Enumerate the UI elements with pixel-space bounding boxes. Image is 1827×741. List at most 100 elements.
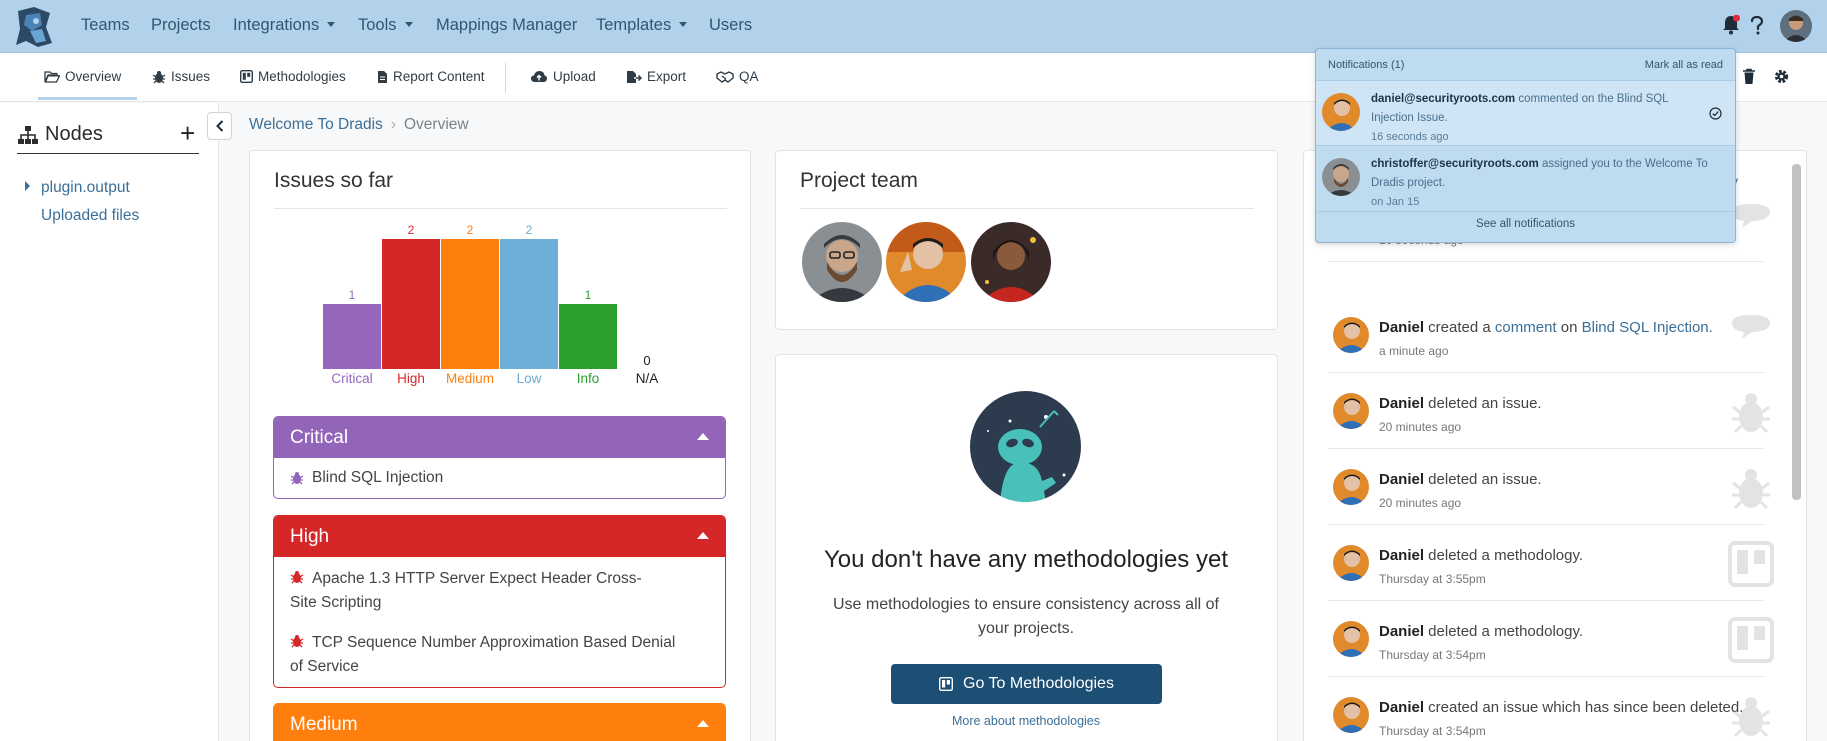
nodes-sidebar: Nodes + plugin.output Uploaded files bbox=[0, 103, 219, 741]
activity-avatar[interactable] bbox=[1333, 697, 1369, 733]
activity-link[interactable]: Blind SQL Injection. bbox=[1582, 319, 1713, 336]
bell-icon[interactable] bbox=[1722, 15, 1740, 35]
notifications-header: Notifications (1) Mark all as read bbox=[1316, 49, 1735, 80]
severity-high-header[interactable]: High bbox=[274, 516, 725, 557]
activity-link[interactable]: comment bbox=[1495, 319, 1557, 336]
nav-mappings-manager[interactable]: Mappings Manager bbox=[436, 16, 577, 35]
activity-actor: Daniel bbox=[1379, 547, 1425, 564]
notification-item[interactable]: daniel@securityroots.com commented on th… bbox=[1316, 80, 1735, 146]
breadcrumb-project[interactable]: Welcome To Dradis bbox=[249, 116, 383, 134]
nav-tools[interactable]: Tools bbox=[358, 16, 413, 35]
alien-illustration-icon bbox=[970, 391, 1081, 502]
tab-methodologies[interactable]: Methodologies bbox=[240, 69, 346, 84]
trash-icon[interactable] bbox=[1742, 68, 1756, 85]
tab-qa[interactable]: QA bbox=[716, 69, 759, 84]
node-plugin-output[interactable]: plugin.output bbox=[41, 179, 130, 197]
nav-projects[interactable]: Projects bbox=[151, 16, 211, 35]
chevron-down-icon bbox=[404, 22, 413, 27]
bar-value-label: 2 bbox=[466, 223, 474, 237]
document-icon bbox=[378, 70, 387, 83]
activity-time: 20 minutes ago bbox=[1379, 420, 1462, 434]
bar-low bbox=[500, 239, 558, 369]
bar-value-label: 2 bbox=[525, 223, 533, 237]
bar-info bbox=[559, 304, 617, 369]
activity-avatar[interactable] bbox=[1333, 621, 1369, 657]
comment-icon bbox=[1732, 315, 1770, 339]
tab-export[interactable]: Export bbox=[626, 69, 686, 84]
collapse-up-icon bbox=[697, 433, 709, 440]
see-all-notifications-link[interactable]: See all notifications bbox=[1316, 218, 1735, 230]
notification-user: christoffer@securityroots.com bbox=[1371, 158, 1539, 170]
activity-text: Daniel deleted an issue. bbox=[1379, 395, 1542, 412]
notifications-dropdown: Notifications (1) Mark all as read danie… bbox=[1315, 48, 1736, 243]
severity-medium-header[interactable]: Medium bbox=[274, 704, 725, 741]
nodes-header: Nodes bbox=[17, 123, 199, 154]
bar-medium bbox=[441, 239, 499, 369]
tab-issues[interactable]: Issues bbox=[152, 69, 210, 84]
team-member-avatar[interactable] bbox=[971, 222, 1051, 302]
nav-integrations-label: Integrations bbox=[233, 16, 320, 34]
team-member-avatar[interactable] bbox=[886, 222, 966, 302]
caret-right-icon[interactable] bbox=[24, 181, 31, 191]
issue-item[interactable]: TCP Sequence Number Approximation Based … bbox=[274, 623, 725, 687]
mark-read-check-icon[interactable] bbox=[1709, 107, 1722, 120]
activity-row: Daniel deleted a methodology. Thursday at… bbox=[1328, 525, 1774, 601]
activity-text: Daniel created an issue which has since … bbox=[1379, 699, 1743, 716]
activity-time: a minute ago bbox=[1379, 344, 1449, 358]
tab-overview[interactable]: Overview bbox=[44, 69, 121, 84]
nav-templates[interactable]: Templates bbox=[596, 16, 688, 35]
more-about-methodologies-link[interactable]: More about methodologies bbox=[900, 714, 1152, 728]
notification-avatar bbox=[1322, 93, 1360, 131]
activity-row: Daniel deleted a methodology. Thursday at… bbox=[1328, 601, 1774, 677]
nav-tools-label: Tools bbox=[358, 16, 397, 34]
methodologies-empty-text: Use methodologies to ensure consistency … bbox=[833, 596, 1219, 637]
bug-icon bbox=[290, 571, 304, 584]
tab-issues-label: Issues bbox=[171, 69, 211, 84]
tab-upload[interactable]: Upload bbox=[530, 69, 596, 84]
activity-avatar[interactable] bbox=[1333, 469, 1369, 505]
activity-row: Daniel created an issue which has since … bbox=[1328, 677, 1770, 741]
help-icon[interactable] bbox=[1750, 16, 1764, 36]
activity-text: Daniel deleted a methodology. bbox=[1379, 547, 1583, 564]
issue-title: Apache 1.3 HTTP Server Expect Header Cro… bbox=[290, 565, 645, 615]
team-member-avatar[interactable] bbox=[802, 222, 882, 302]
mark-all-read-link[interactable]: Mark all as read bbox=[1645, 59, 1723, 71]
bug-icon bbox=[152, 70, 166, 83]
tab-upload-label: Upload bbox=[553, 69, 596, 84]
notification-user: daniel@securityroots.com bbox=[1371, 93, 1516, 105]
breadcrumb-separator-icon: › bbox=[390, 116, 396, 133]
user-avatar[interactable] bbox=[1780, 10, 1812, 42]
activity-avatar[interactable] bbox=[1333, 545, 1369, 581]
activity-row: Daniel deleted an issue. 20 minutes ago bbox=[1328, 449, 1770, 525]
nav-integrations[interactable]: Integrations bbox=[233, 16, 336, 35]
severity-critical-header[interactable]: Critical bbox=[274, 417, 725, 458]
node-uploaded-files[interactable]: Uploaded files bbox=[41, 207, 139, 225]
nav-users[interactable]: Users bbox=[709, 16, 752, 35]
nav-teams[interactable]: Teams bbox=[81, 16, 130, 35]
collapse-sidebar-button[interactable] bbox=[207, 112, 232, 140]
tab-overview-label: Overview bbox=[65, 69, 122, 84]
issue-item[interactable]: Blind SQL Injection bbox=[274, 458, 725, 498]
go-to-methodologies-button[interactable]: Go To Methodologies bbox=[891, 664, 1162, 704]
issues-card-title: Issues so far bbox=[274, 169, 394, 192]
gear-icon[interactable] bbox=[1773, 68, 1790, 85]
go-to-methodologies-label: Go To Methodologies bbox=[963, 675, 1114, 692]
dradis-logo[interactable] bbox=[12, 5, 54, 49]
activity-actor: Daniel bbox=[1379, 471, 1425, 488]
issue-item[interactable]: Apache 1.3 HTTP Server Expect Header Cro… bbox=[274, 557, 725, 623]
activity-row: Daniel created a comment on Blind SQL In… bbox=[1328, 297, 1770, 373]
add-node-button[interactable]: + bbox=[180, 118, 195, 149]
project-team-divider bbox=[800, 208, 1254, 209]
tab-export-label: Export bbox=[647, 69, 687, 84]
nav-templates-label: Templates bbox=[596, 16, 672, 34]
activity-avatar[interactable] bbox=[1333, 393, 1369, 429]
activity-row: Daniel deleted an issue. 20 minutes ago bbox=[1328, 373, 1770, 449]
activity-scrollbar[interactable] bbox=[1792, 164, 1801, 500]
activity-text: Daniel created a comment on Blind SQL In… bbox=[1379, 319, 1713, 336]
collapse-up-icon bbox=[697, 720, 709, 727]
tab-report-content[interactable]: Report Content bbox=[377, 69, 485, 84]
activity-verb: deleted a methodology. bbox=[1424, 547, 1584, 564]
activity-avatar[interactable] bbox=[1333, 317, 1369, 353]
notification-item[interactable]: christoffer@securityroots.com assigned y… bbox=[1316, 146, 1735, 212]
activity-actor: Daniel bbox=[1379, 395, 1425, 412]
